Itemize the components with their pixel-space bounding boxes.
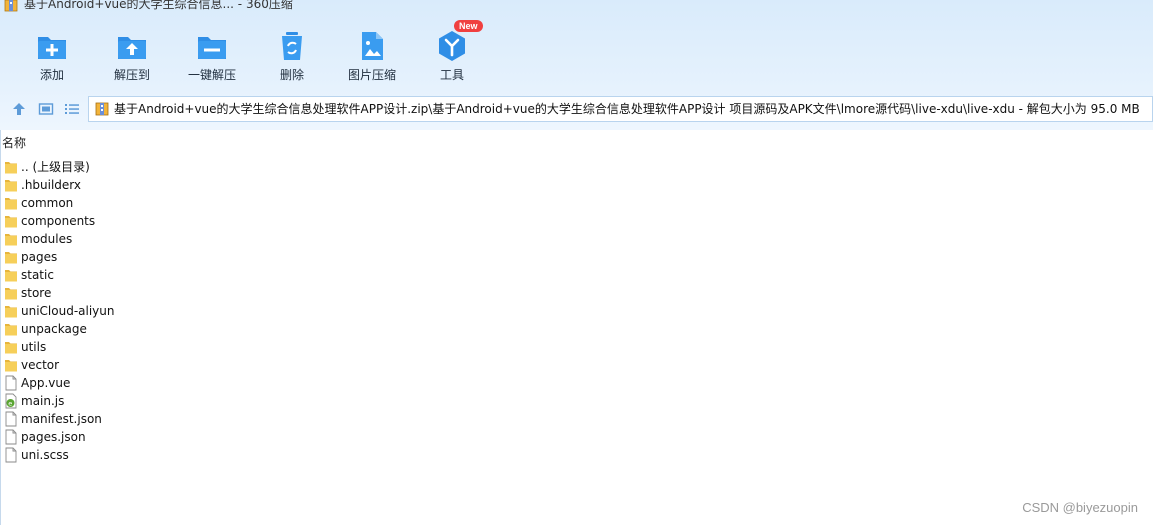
item-name: App.vue: [21, 376, 71, 390]
file-icon: [4, 447, 18, 463]
item-name: .. (上级目录): [21, 160, 90, 174]
new-badge: New: [454, 20, 483, 32]
extract-to-label: 解压到: [113, 68, 150, 82]
item-name: pages.json: [21, 430, 86, 444]
folder-row[interactable]: components: [4, 212, 204, 230]
folder-icon: [4, 339, 18, 355]
item-name: vector: [21, 358, 60, 372]
item-name: static: [21, 268, 54, 282]
image-compress-icon: [362, 32, 383, 60]
pane-border: [0, 130, 1, 525]
list-view-icon[interactable]: [64, 101, 80, 117]
folder-row[interactable]: static: [4, 266, 204, 284]
tools-icon: [439, 31, 465, 61]
extract-to-icon: [118, 37, 146, 59]
one-click-extract-button[interactable]: 一键解压: [172, 24, 252, 86]
file-icon: [4, 429, 18, 445]
folder-icon: [4, 159, 18, 175]
tools-button[interactable]: 工具: [412, 24, 492, 86]
column-header-name[interactable]: 名称: [2, 136, 26, 150]
folder-row[interactable]: unpackage: [4, 320, 204, 338]
add-button[interactable]: 添加: [12, 24, 92, 86]
file-row[interactable]: e main.js: [4, 392, 204, 410]
recycle-delete-icon: [282, 32, 302, 60]
delete-label: 删除: [279, 68, 304, 82]
folder-icon: [4, 249, 18, 265]
item-name: main.js: [21, 394, 65, 408]
item-name: unpackage: [21, 322, 87, 336]
item-name: components: [21, 214, 96, 228]
up-arrow-icon[interactable]: [11, 101, 27, 117]
window-title: 基于Android+vue的大学生综合信息... - 360压缩: [24, 0, 293, 11]
folder-row[interactable]: utils: [4, 338, 204, 356]
folder-icon: [4, 213, 18, 229]
app-zip-icon: [4, 0, 18, 12]
folder-row[interactable]: .. (上级目录): [4, 158, 204, 176]
item-name: common: [21, 196, 74, 210]
folder-icon: [4, 303, 18, 319]
toolbar: 添加 解压到 一键解压 删除 图片压缩 工具: [0, 24, 1153, 86]
one-click-extract-label: 一键解压: [187, 68, 236, 82]
folder-icon: [4, 321, 18, 337]
file-icon: [4, 375, 18, 391]
folder-row[interactable]: common: [4, 194, 204, 212]
folder-icon: [4, 177, 18, 193]
window-chrome: 基于Android+vue的大学生综合信息... - 360压缩 添加 解压到: [0, 0, 1153, 130]
file-row[interactable]: App.vue: [4, 374, 204, 392]
image-compress-button[interactable]: 图片压缩: [332, 24, 412, 86]
navigation-row: 基于Android+vue的大学生综合信息处理软件APP设计.zip\基于And…: [0, 96, 1153, 122]
add-folder-icon: [38, 37, 66, 59]
item-name: manifest.json: [21, 412, 102, 426]
javascript-file-icon: e: [4, 393, 18, 409]
file-icon: [4, 411, 18, 427]
folder-icon: [4, 285, 18, 301]
folder-icon: [4, 357, 18, 373]
folder-row[interactable]: .hbuilderx: [4, 176, 204, 194]
zip-archive-icon: [95, 102, 109, 116]
file-row[interactable]: pages.json: [4, 428, 204, 446]
folder-row[interactable]: pages: [4, 248, 204, 266]
folder-row[interactable]: vector: [4, 356, 204, 374]
item-name: pages: [21, 250, 58, 264]
add-label: 添加: [39, 68, 64, 82]
file-row[interactable]: uni.scss: [4, 446, 204, 464]
item-name: modules: [21, 232, 73, 246]
one-click-extract-icon: [198, 37, 226, 59]
title-bar: 基于Android+vue的大学生综合信息... - 360压缩: [0, 0, 1153, 14]
svg-text:e: e: [8, 400, 12, 408]
item-name: utils: [21, 340, 47, 354]
delete-button[interactable]: 删除: [252, 24, 332, 86]
item-name: .hbuilderx: [21, 178, 82, 192]
file-row[interactable]: manifest.json: [4, 410, 204, 428]
item-name: uniCloud-aliyun: [21, 304, 115, 318]
folder-row[interactable]: store: [4, 284, 204, 302]
folder-icon: [4, 195, 18, 211]
address-bar[interactable]: 基于Android+vue的大学生综合信息处理软件APP设计.zip\基于And…: [88, 96, 1153, 122]
item-name: store: [21, 286, 52, 300]
item-name: uni.scss: [21, 448, 69, 462]
watermark: CSDN @biyezuopin: [1022, 500, 1138, 515]
thumbnail-view-icon[interactable]: [38, 101, 54, 117]
folder-row[interactable]: uniCloud-aliyun: [4, 302, 204, 320]
tools-label: 工具: [439, 68, 464, 82]
folder-icon: [4, 231, 18, 247]
extract-to-button[interactable]: 解压到: [92, 24, 172, 86]
image-compress-label: 图片压缩: [347, 68, 396, 82]
folder-icon: [4, 267, 18, 283]
address-path: 基于Android+vue的大学生综合信息处理软件APP设计.zip\基于And…: [114, 102, 1140, 116]
file-list: .. (上级目录) .hbuilderx common components modul…: [4, 158, 204, 464]
folder-row[interactable]: modules: [4, 230, 204, 248]
